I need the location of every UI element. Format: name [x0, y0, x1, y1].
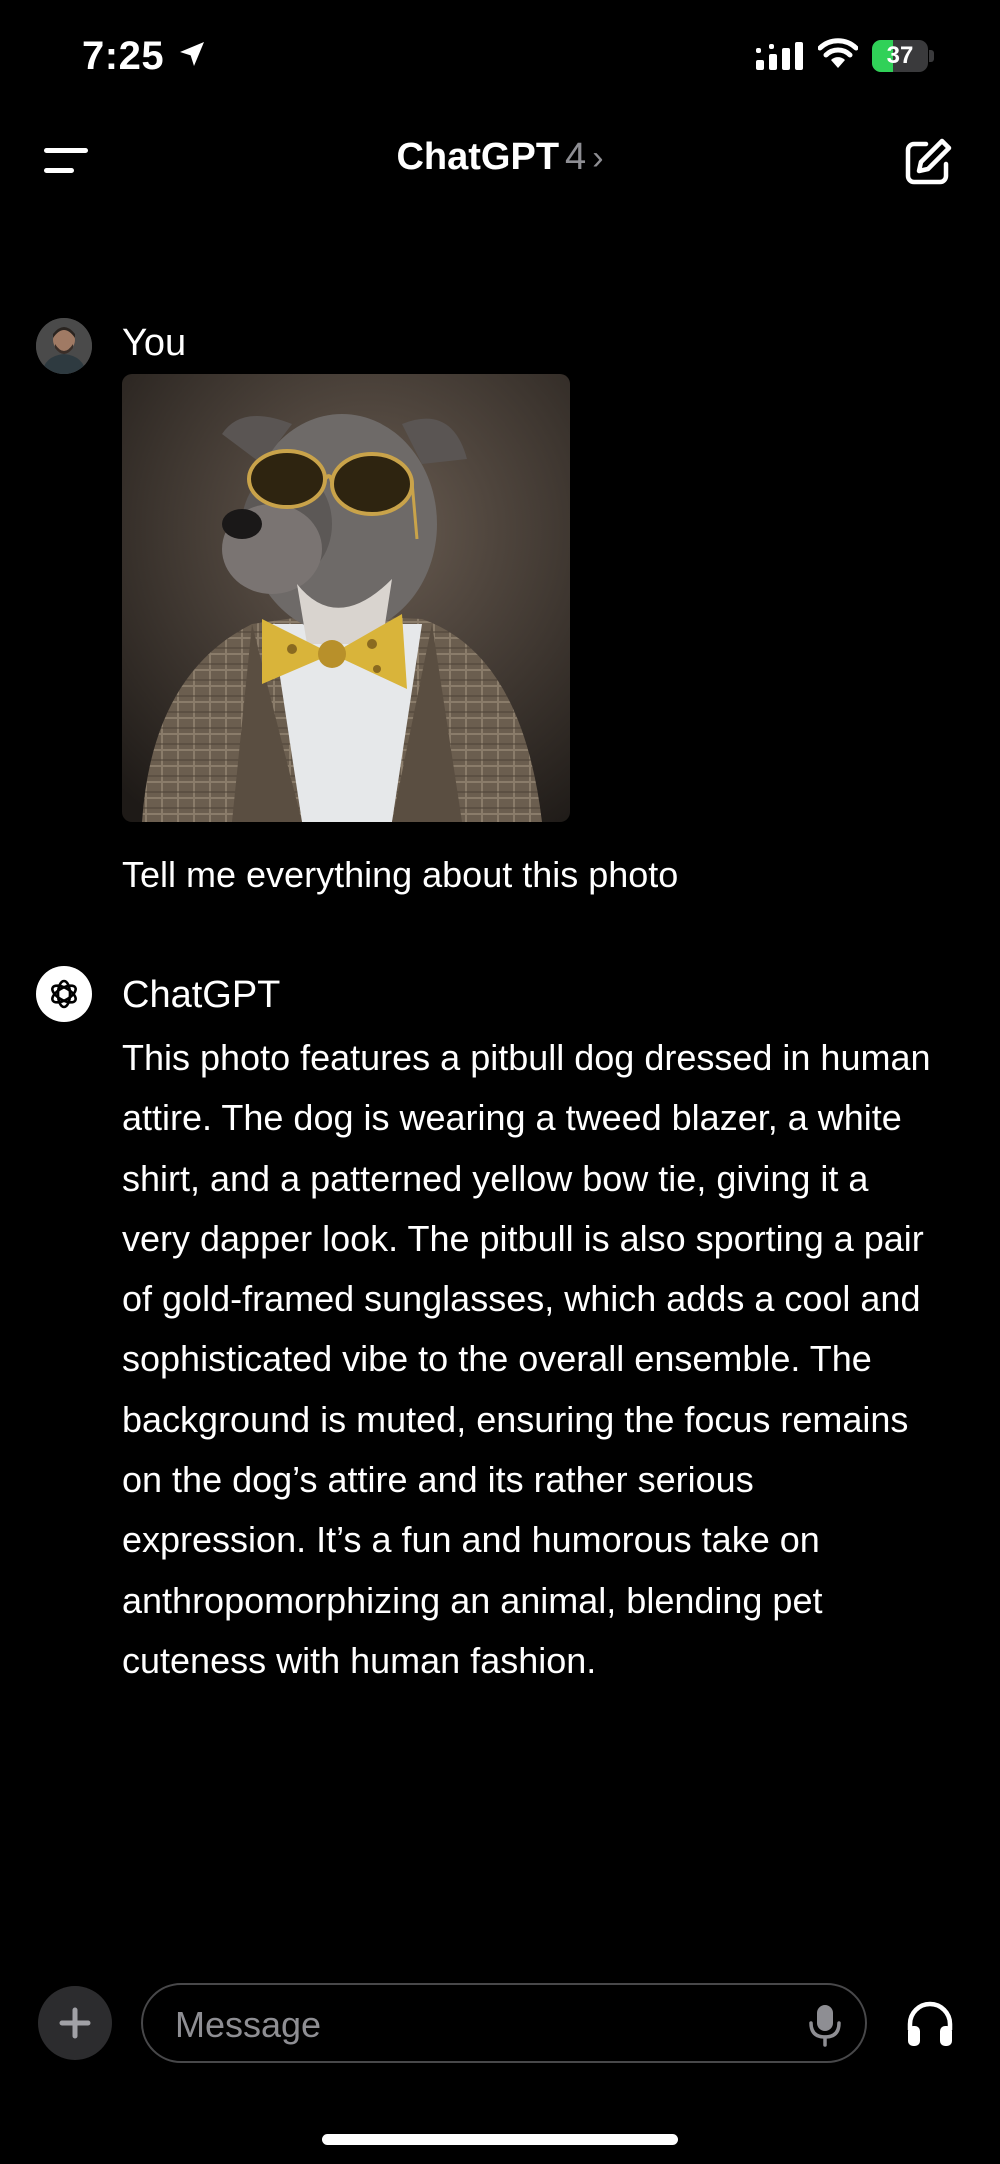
user-sender-name: You: [122, 322, 187, 364]
message-input[interactable]: [173, 1999, 737, 2051]
model-version: 4: [565, 136, 587, 178]
image-icon: [122, 374, 570, 822]
home-indicator[interactable]: [322, 2134, 678, 2145]
model-selector[interactable]: ChatGPT 4 ›: [0, 136, 1000, 179]
compose-icon[interactable]: [902, 136, 954, 188]
wifi-icon: [818, 38, 858, 68]
page-title: ChatGPT: [396, 136, 560, 178]
user-avatar: [36, 318, 92, 374]
attached-photo[interactable]: [122, 374, 570, 822]
headphones-icon[interactable]: [904, 1998, 956, 2050]
location-arrow-icon: [180, 42, 204, 66]
battery-icon: 37: [872, 40, 934, 72]
chatgpt-avatar: [36, 966, 92, 1022]
microphone-icon[interactable]: [807, 2003, 843, 2047]
assistant-sender-name: ChatGPT: [122, 974, 281, 1016]
battery-level: 37: [886, 42, 914, 69]
nav-bar: ChatGPT 4 ›: [0, 110, 1000, 210]
status-bar: 7:25 37: [0, 0, 1000, 110]
cellular-signal-icon: [756, 42, 803, 70]
assistant-message: This photo features a pitbull dog dresse…: [122, 1037, 931, 1681]
user-message: Tell me everything about this photo: [122, 854, 679, 895]
chevron-right-icon: ›: [592, 139, 604, 177]
message-input-container[interactable]: [141, 1983, 867, 2063]
plus-icon[interactable]: [38, 1986, 112, 2060]
status-time: 7:25: [82, 34, 165, 78]
openai-logo-icon: [51, 979, 77, 1009]
